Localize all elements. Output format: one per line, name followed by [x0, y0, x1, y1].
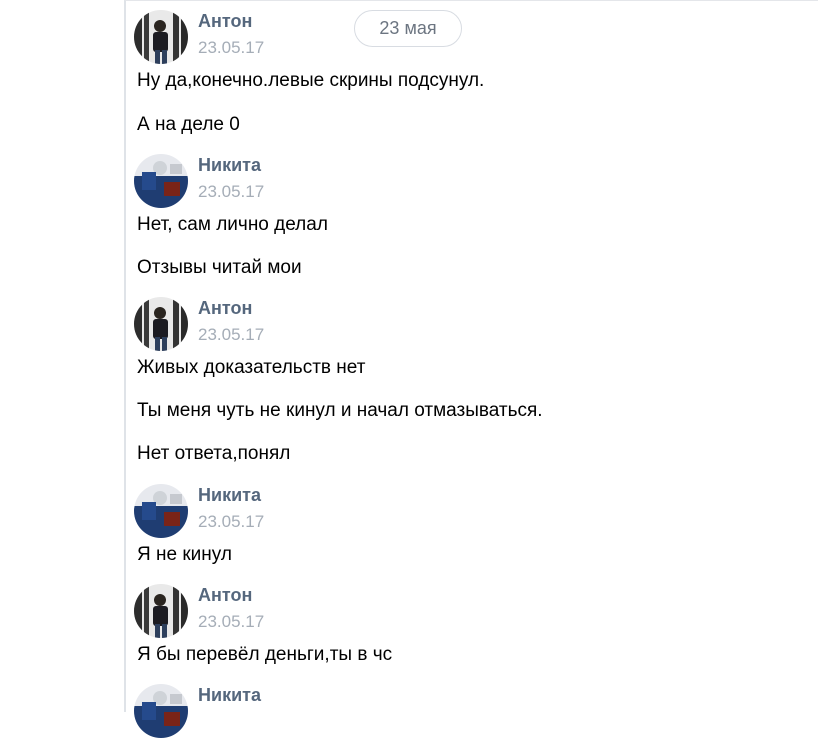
avatar[interactable]	[134, 584, 188, 638]
message-text: Я бы перевёл деньги,ты в чс	[137, 644, 393, 665]
message-date[interactable]: 23.05.17	[198, 325, 264, 345]
message-text: Отзывы читай мои	[137, 257, 302, 278]
message-text: Ты меня чуть не кинул и начал отмазывать…	[137, 400, 543, 421]
message-text: А на деле 0	[137, 114, 240, 135]
avatar[interactable]	[134, 297, 188, 351]
user-photo-nikita-icon	[134, 484, 188, 538]
user-photo-nikita-icon	[134, 684, 188, 738]
message-text: Нет ответа,понял	[137, 443, 291, 464]
message-text: Я не кинул	[137, 544, 232, 565]
avatar[interactable]	[134, 10, 188, 64]
author-name-link[interactable]: Антон	[198, 11, 252, 32]
message-text: Живых доказательств нет	[137, 357, 366, 378]
author-name-link[interactable]: Антон	[198, 585, 252, 606]
message-date[interactable]: 23.05.17	[198, 512, 264, 532]
user-photo-anton-icon	[134, 584, 188, 638]
author-name-link[interactable]: Никита	[198, 685, 261, 706]
date-separator: 23 мая	[354, 10, 462, 47]
message-date[interactable]: 23.05.17	[198, 38, 264, 58]
author-name-link[interactable]: Никита	[198, 155, 261, 176]
message-date[interactable]: 23.05.17	[198, 612, 264, 632]
avatar[interactable]	[134, 154, 188, 208]
user-photo-anton-icon	[134, 10, 188, 64]
author-name-link[interactable]: Никита	[198, 485, 261, 506]
author-name-link[interactable]: Антон	[198, 298, 252, 319]
message-text: Ну да,конечно.левые скрины подсунул.	[137, 70, 485, 91]
avatar[interactable]	[134, 684, 188, 738]
user-photo-nikita-icon	[134, 154, 188, 208]
message-date[interactable]: 23.05.17	[198, 182, 264, 202]
message-text: Нет, сам лично делал	[137, 214, 328, 235]
avatar[interactable]	[134, 484, 188, 538]
user-photo-anton-icon	[134, 297, 188, 351]
